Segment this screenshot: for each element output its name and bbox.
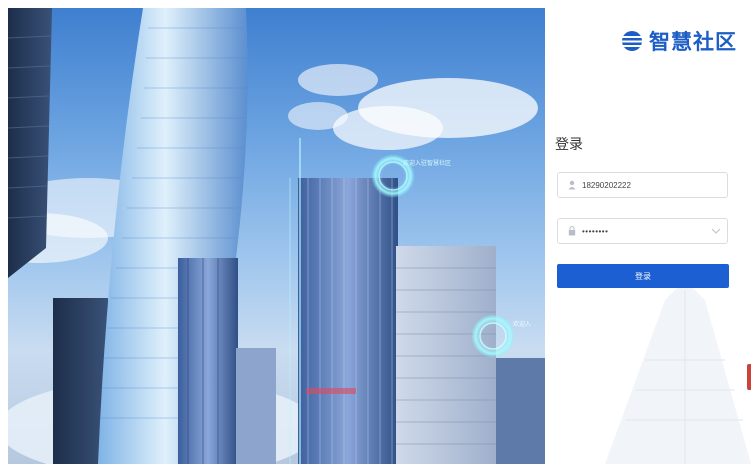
username-input[interactable] — [582, 180, 702, 190]
login-title: 登录 — [555, 137, 583, 153]
username-field[interactable] — [557, 172, 728, 198]
password-input[interactable]: •••••••• — [582, 227, 702, 236]
user-icon — [568, 180, 576, 190]
password-field[interactable]: •••••••• — [557, 218, 728, 244]
login-panel: 智慧社区 登录 •••••••• 登录 — [545, 0, 751, 464]
login-button[interactable]: 登录 — [557, 264, 729, 288]
hero-holo-label-2: 欢迎入 — [513, 320, 531, 328]
chevron-down-icon[interactable] — [711, 227, 721, 235]
hero-skyline-image: 欢迎入驻智慧社区 欢迎入 — [8, 8, 545, 464]
lock-icon — [568, 226, 576, 236]
hero-holo-label-1: 欢迎入驻智慧社区 — [403, 159, 451, 167]
layered-sphere-logo-icon — [622, 31, 642, 51]
brand-name: 智慧社区 — [649, 30, 737, 54]
brand: 智慧社区 — [621, 26, 737, 56]
login-page: 欢迎入驻智慧社区 欢迎入 智慧社区 登录 18290202222 •••••••… — [0, 0, 751, 464]
side-tab-marker — [747, 364, 751, 390]
